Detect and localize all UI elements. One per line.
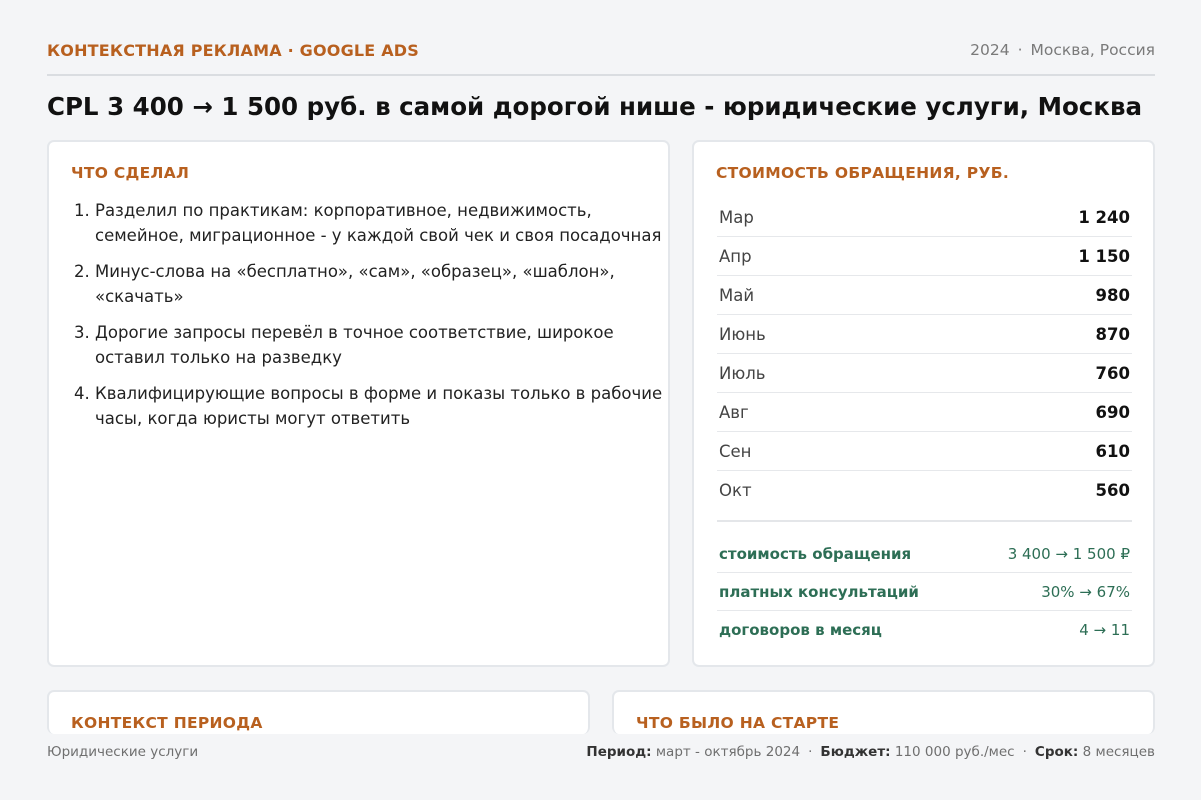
value-cell: 760 — [914, 353, 1132, 393]
value-cell: 690 — [914, 392, 1132, 432]
table-row: Май 980 — [717, 275, 1132, 315]
header-meta: 2024 · Москва, Россия — [970, 41, 1155, 59]
page-footer: Юридические услуги Период: март - октябр… — [47, 744, 1155, 760]
start-card-title: ЧТО БЫЛО НА СТАРТЕ — [636, 714, 840, 732]
month-cell: Сен — [717, 431, 915, 471]
year-label: 2024 — [970, 41, 1010, 59]
table-row: Сен 610 — [717, 431, 1132, 471]
action-item: Минус-слова на «бесплатно», «сам», «обра… — [95, 259, 675, 309]
niche-label: Юридические услуги — [47, 744, 199, 760]
summary-value: 4 → 11 — [1079, 620, 1130, 639]
value-cell: 870 — [914, 314, 1132, 354]
value-cell: 610 — [914, 431, 1132, 471]
cost-card: СТОИМОСТЬ ОБРАЩЕНИЯ, РУБ. Мар 1 240 Апр 1 … — [692, 140, 1155, 667]
table-row: Авг 690 — [717, 392, 1132, 432]
term-value: 8 месяцев — [1082, 744, 1155, 760]
summary-row: стоимость обращения 3 400 → 1 500 ₽ — [717, 535, 1132, 573]
category-label: КОНТЕКСТНАЯ РЕКЛАМА · GOOGLE ADS — [47, 40, 419, 60]
month-cell: Май — [717, 275, 915, 315]
value-cell: 1 150 — [914, 236, 1132, 276]
action-item: Дорогие запросы перевёл в точное соответ… — [95, 320, 675, 370]
budget-label: Бюджет: — [820, 744, 891, 760]
header-divider — [47, 74, 1155, 76]
summary-row: платных консультаций 30% → 67% — [717, 572, 1132, 611]
value-cell: 1 240 — [914, 198, 1132, 237]
period-value: март - октябрь 2024 — [655, 744, 801, 760]
month-cell: Мар — [717, 198, 915, 237]
summary-label: стоимость обращения — [717, 535, 974, 573]
value-cell: 560 — [1095, 480, 1130, 500]
table-row: Июль 760 — [717, 353, 1132, 393]
period-label: Период: — [586, 744, 652, 760]
table-row: Апр 1 150 — [717, 236, 1132, 276]
month-cell: Окт — [719, 480, 752, 500]
separator-dot: · — [1022, 744, 1027, 760]
page-header: КОНТЕКСТНАЯ РЕКЛАМА · GOOGLE ADS 2024 · Мо… — [47, 38, 1155, 62]
term-label: Срок: — [1034, 744, 1079, 760]
summary-label: платных консультаций — [717, 572, 974, 611]
table-row: Окт 560 — [717, 471, 1132, 510]
actions-card-title: ЧТО СДЕЛАЛ — [71, 164, 190, 182]
month-cell: Апр — [717, 236, 915, 276]
month-cell: Авг — [717, 392, 915, 432]
value-cell: 980 — [914, 275, 1132, 315]
cost-card-title: СТОИМОСТЬ ОБРАЩЕНИЯ, РУБ. — [716, 164, 1010, 182]
footer-details: Период: март - октябрь 2024 · Бюджет: 110 … — [586, 744, 1155, 760]
summary-value: 30% → 67% — [973, 572, 1132, 611]
summary-label: договоров в месяц — [719, 620, 882, 639]
table-row: Июнь 870 — [717, 314, 1132, 354]
table-row: Мар 1 240 — [717, 198, 1132, 237]
month-cell: Июль — [717, 353, 915, 393]
context-card: КОНТЕКСТ ПЕРИОДА — [47, 690, 590, 734]
action-item: Разделил по практикам: корпоративное, не… — [95, 198, 675, 248]
summary-divider — [717, 520, 1132, 522]
separator-dot: · — [1017, 41, 1023, 59]
start-card: ЧТО БЫЛО НА СТАРТЕ — [612, 690, 1155, 734]
page-title: CPL 3 400 → 1 500 руб. в самой дорогой н… — [47, 92, 1142, 121]
summary-table: стоимость обращения 3 400 → 1 500 ₽ платн… — [717, 535, 1132, 648]
location-label: Москва, Россия — [1030, 41, 1156, 59]
context-card-title: КОНТЕКСТ ПЕРИОДА — [71, 714, 263, 732]
action-item: Квалифицирующие вопросы в форме и показы… — [95, 381, 675, 431]
summary-value: 3 400 → 1 500 ₽ — [973, 535, 1132, 573]
separator-dot: · — [808, 744, 813, 760]
cost-table: Мар 1 240 Апр 1 150 Май 980 Июнь 870 Июль 760… — [717, 198, 1132, 509]
month-cell: Июнь — [717, 314, 915, 354]
summary-row: договоров в месяц 4 → 11 — [717, 611, 1132, 649]
budget-value: 110 000 руб./мес — [894, 744, 1015, 760]
actions-card: ЧТО СДЕЛАЛ Разделил по практикам: корпор… — [47, 140, 670, 667]
actions-list: Разделил по практикам: корпоративное, не… — [71, 198, 675, 442]
